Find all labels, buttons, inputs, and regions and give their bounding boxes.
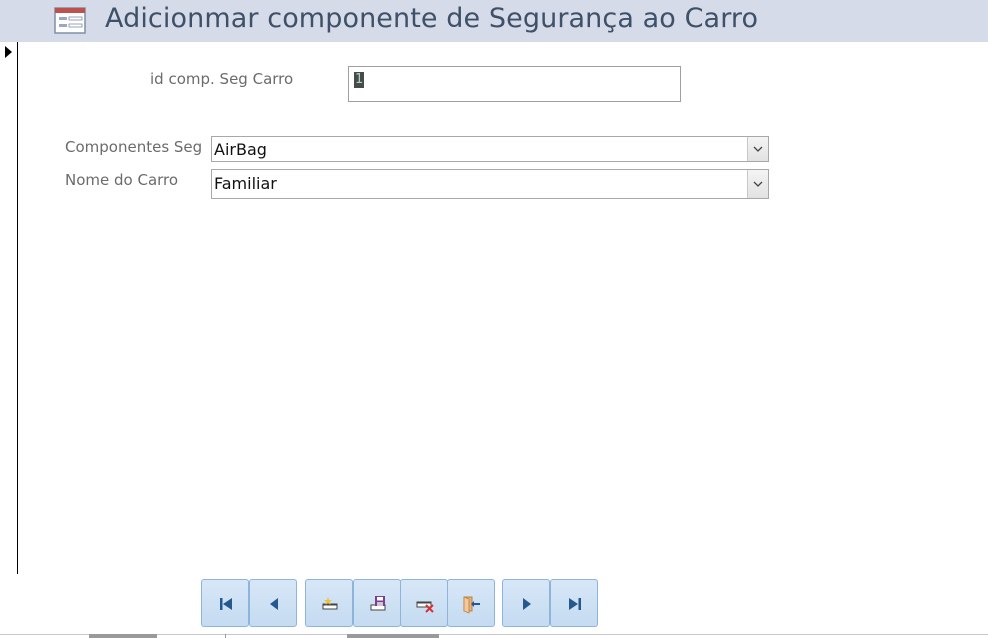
chevron-down-icon [753,146,763,152]
id-comp-seg-carro-field[interactable]: 1 [348,66,681,102]
id-value: 1 [354,72,365,88]
nome-do-carro-combo[interactable]: Familiar [211,169,769,199]
first-record-icon [220,598,232,610]
next-record-button[interactable] [502,579,550,627]
first-record-button[interactable] [201,579,249,627]
componentes-seg-combo[interactable]: AirBag [211,136,769,162]
previous-record-icon [270,598,278,610]
nome-do-carro-label: Nome do Carro [65,171,179,189]
delete-record-button[interactable] [400,579,448,627]
form-title: Adicionmar componente de Segurança ao Ca… [105,3,759,34]
record-selector[interactable] [0,42,18,574]
close-form-icon [463,596,480,614]
close-form-button[interactable] [447,579,495,627]
id-comp-seg-carro-label: id comp. Seg Carro [150,70,294,88]
bottom-tab-2 [347,634,439,638]
last-record-button[interactable] [550,579,598,627]
save-record-button[interactable] [353,579,401,627]
componentes-seg-label: Componentes Seg [65,138,203,156]
nome-do-carro-value: Familiar [214,174,277,193]
delete-record-icon [416,601,434,613]
current-record-arrow-icon [5,46,12,58]
form-header: Adicionmar componente de Segurança ao Ca… [0,0,988,42]
previous-record-button[interactable] [249,579,297,627]
componentes-seg-value: AirBag [214,140,267,159]
new-record-button[interactable] [305,579,353,627]
bottom-tab-separator-1 [225,634,226,638]
form-icon [54,7,86,34]
save-record-icon [370,596,386,611]
bottom-tab-1 [89,634,157,638]
chevron-down-icon [753,181,763,187]
new-record-icon [322,597,338,610]
last-record-icon [569,598,581,610]
next-record-icon [523,598,531,610]
componentes-seg-dropdown-button[interactable] [747,137,768,161]
nome-do-carro-dropdown-button[interactable] [747,170,768,198]
